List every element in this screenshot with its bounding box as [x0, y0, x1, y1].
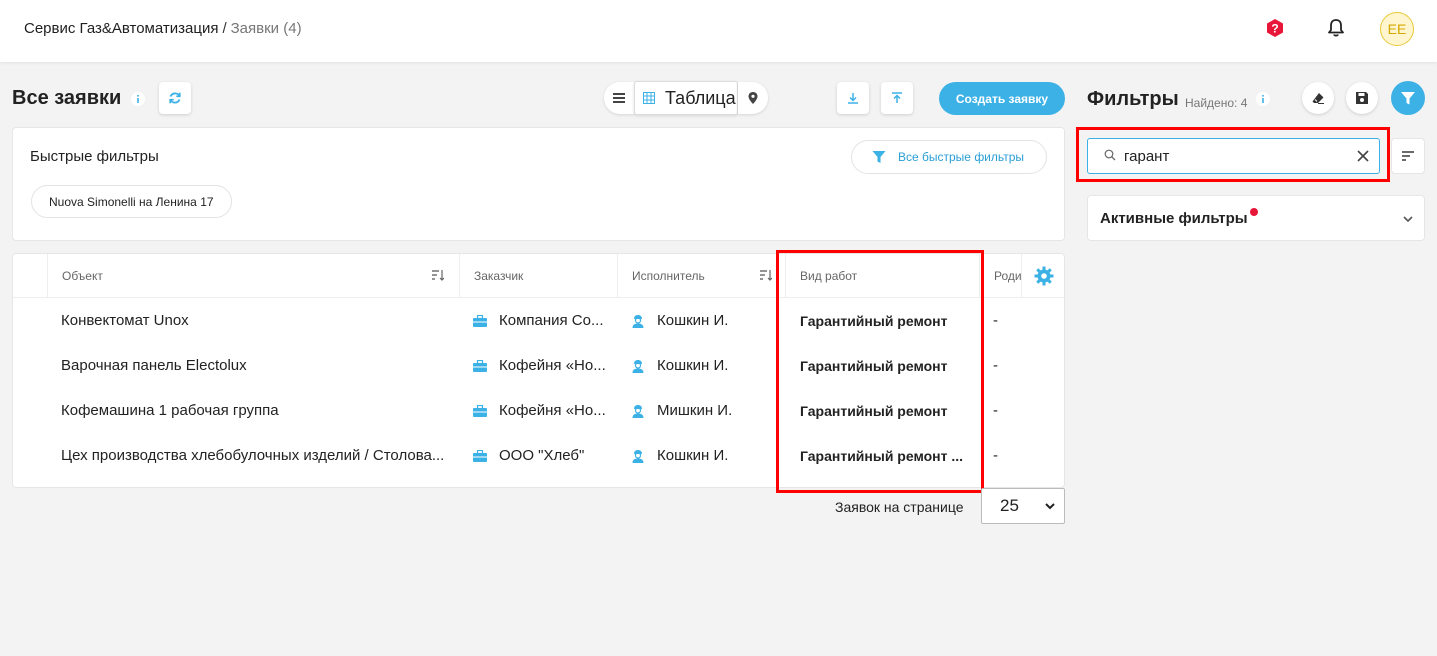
- highlight-work-type-column: [776, 250, 984, 493]
- cell-customer: Кофейня «Но...: [473, 343, 613, 388]
- save-filters-button[interactable]: [1346, 82, 1378, 114]
- cell-executor: Кошкин И.: [631, 298, 781, 343]
- cell-customer: ООО "Хлеб": [473, 433, 613, 478]
- sort-lines-icon: [1402, 151, 1414, 161]
- bell-icon[interactable]: [1326, 18, 1346, 38]
- cell-extra: -: [993, 357, 998, 374]
- found-count: Найдено: 4: [1185, 96, 1248, 110]
- executor-name: Кошкин И.: [657, 357, 729, 374]
- chevron-down-icon: [1403, 216, 1413, 223]
- chevron-down-icon: [1045, 503, 1055, 510]
- column-header-customer[interactable]: Заказчик: [459, 254, 617, 298]
- upload-icon: [892, 92, 902, 103]
- info-icon[interactable]: [1255, 91, 1271, 107]
- cell-object: Кофемашина 1 рабочая группа: [61, 402, 279, 419]
- cell-customer: Кофейня «Но...: [473, 388, 613, 433]
- column-header-extra[interactable]: Роди: [979, 254, 1021, 298]
- info-icon[interactable]: [130, 91, 146, 107]
- cell-extra: -: [993, 312, 998, 329]
- filter-sort-button[interactable]: [1391, 138, 1425, 174]
- briefcase-icon: [473, 359, 487, 372]
- column-header-label: Объект: [62, 269, 103, 283]
- quick-filters-title: Быстрые фильтры: [30, 148, 159, 165]
- cell-object: Конвектомат Unox: [61, 312, 189, 329]
- cell-extra: -: [993, 402, 998, 419]
- worker-icon: [632, 404, 644, 418]
- svg-text:?: ?: [1271, 22, 1278, 36]
- map-pin-icon: [748, 92, 758, 104]
- filter-icon: [1401, 92, 1415, 105]
- breadcrumb-current: Заявки (4): [230, 20, 302, 37]
- column-header-label: Заказчик: [474, 269, 524, 283]
- clear-filters-button[interactable]: [1302, 82, 1334, 114]
- worker-icon: [632, 449, 644, 463]
- download-icon: [848, 93, 858, 104]
- cell-extra: -: [993, 447, 998, 464]
- list-icon: [613, 93, 625, 103]
- worker-icon: [632, 314, 644, 328]
- customer-name: Кофейня «Но...: [499, 402, 606, 419]
- toggle-filters-button[interactable]: [1391, 81, 1425, 115]
- quick-filters-card: Быстрые фильтры Все быстрые фильтры Nuov…: [12, 127, 1065, 241]
- refresh-button[interactable]: [159, 82, 191, 114]
- column-settings-button[interactable]: [1021, 254, 1064, 298]
- breadcrumb: Сервис Газ&Автоматизация / Заявки (4): [24, 20, 302, 37]
- active-filters-label: Активные фильтры: [1100, 210, 1248, 227]
- column-header-label: Исполнитель: [632, 269, 705, 283]
- page-title: Все заявки: [12, 87, 122, 109]
- executor-name: Кошкин И.: [657, 312, 729, 329]
- highlight-search-input: [1076, 127, 1390, 182]
- executor-name: Мишкин И.: [657, 402, 733, 419]
- briefcase-icon: [473, 449, 487, 462]
- briefcase-icon: [473, 314, 487, 327]
- all-quick-filters-button[interactable]: Все быстрые фильтры: [851, 140, 1047, 174]
- cell-customer: Компания Со...: [473, 298, 613, 343]
- refresh-icon: [169, 92, 181, 104]
- eraser-icon: [1312, 93, 1324, 104]
- export-button[interactable]: [837, 82, 869, 114]
- gear-icon: [1034, 266, 1054, 286]
- executor-name: Кошкин И.: [657, 447, 729, 464]
- save-icon: [1356, 92, 1368, 104]
- cell-executor: Мишкин И.: [631, 388, 781, 433]
- column-header-object[interactable]: Объект: [47, 254, 459, 298]
- view-table-label: Таблица: [665, 87, 736, 108]
- column-header-executor[interactable]: Исполнитель: [617, 254, 785, 298]
- table-icon: [643, 92, 655, 104]
- view-table-button[interactable]: Таблица: [634, 81, 738, 115]
- active-indicator-dot: [1250, 208, 1258, 216]
- cell-executor: Кошкин И.: [631, 343, 781, 388]
- view-switcher: Таблица: [604, 81, 768, 115]
- sort-icon[interactable]: [760, 269, 772, 281]
- create-request-button[interactable]: Создать заявку: [939, 82, 1065, 115]
- view-map-button[interactable]: [738, 82, 768, 114]
- cell-executor: Кошкин И.: [631, 433, 781, 478]
- view-list-button[interactable]: [604, 82, 634, 114]
- per-page-select[interactable]: 25: [981, 488, 1065, 524]
- cell-object: Цех производства хлебобулочных изделий /…: [61, 447, 445, 464]
- filters-title: Фильтры: [1087, 88, 1179, 110]
- customer-name: Компания Со...: [499, 312, 604, 329]
- active-filters-panel[interactable]: Активные фильтры: [1087, 195, 1425, 241]
- breadcrumb-separator: /: [222, 20, 227, 37]
- avatar[interactable]: EE: [1380, 12, 1414, 46]
- top-bar: Сервис Газ&Автоматизация / Заявки (4) ? EE: [0, 0, 1437, 62]
- all-quick-filters-label: Все быстрые фильтры: [898, 150, 1024, 164]
- worker-icon: [632, 359, 644, 373]
- per-page-value: 25: [1000, 496, 1019, 515]
- cell-object: Варочная панель Electolux: [61, 357, 247, 374]
- quick-filter-chip[interactable]: Nuova Simonelli на Ленина 17: [31, 185, 232, 218]
- briefcase-icon: [473, 404, 487, 417]
- help-icon[interactable]: ?: [1265, 18, 1285, 38]
- import-button[interactable]: [881, 82, 913, 114]
- breadcrumb-company[interactable]: Сервис Газ&Автоматизация: [24, 20, 218, 37]
- column-header-label: Роди: [994, 269, 1021, 283]
- filter-icon: [872, 151, 886, 163]
- customer-name: ООО "Хлеб": [499, 447, 585, 464]
- sort-icon[interactable]: [432, 269, 444, 281]
- per-page-label: Заявок на странице: [835, 499, 964, 515]
- customer-name: Кофейня «Но...: [499, 357, 606, 374]
